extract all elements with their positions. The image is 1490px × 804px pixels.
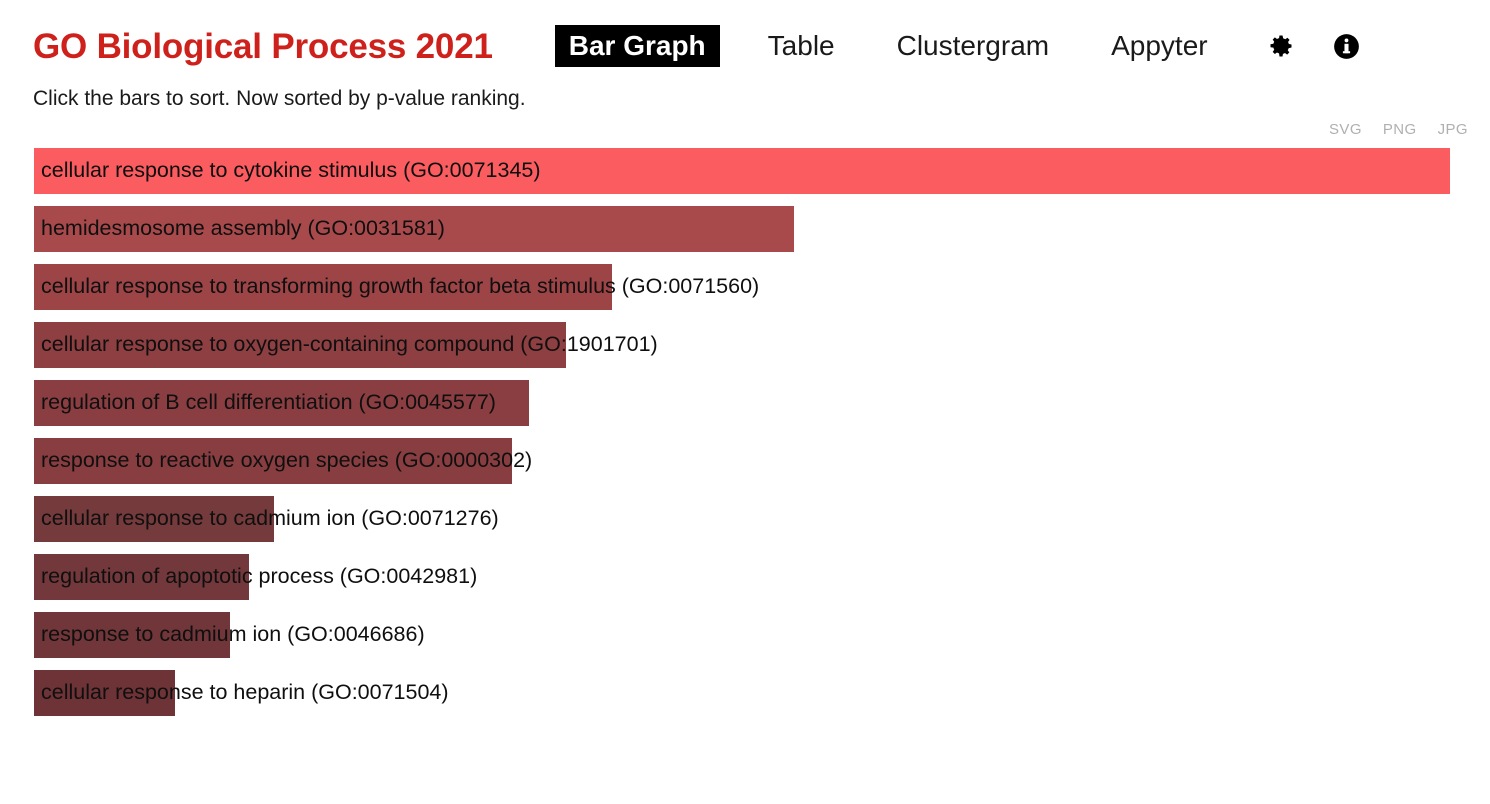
enrichr-results-page: GO Biological Process 2021 Bar Graph Tab… xyxy=(0,0,1490,804)
bar-rect[interactable] xyxy=(34,380,529,427)
gear-icon[interactable] xyxy=(1264,29,1298,63)
bar-row[interactable]: regulation of B cell differentiation (GO… xyxy=(34,380,1490,427)
tab-appyter[interactable]: Appyter xyxy=(1097,25,1222,67)
export-jpg-link[interactable]: JPG xyxy=(1438,121,1468,138)
page-title: GO Biological Process 2021 xyxy=(33,26,493,66)
tab-table[interactable]: Table xyxy=(754,25,849,67)
bar-row[interactable]: hemidesmosome assembly (GO:0031581) xyxy=(34,206,1490,253)
bar-rect[interactable] xyxy=(34,264,612,311)
bar-rect[interactable] xyxy=(34,612,230,659)
bar-rect[interactable] xyxy=(34,554,249,601)
bar-rect[interactable] xyxy=(34,322,566,369)
export-links: SVG PNG JPG xyxy=(0,121,1490,138)
bar-row[interactable]: response to reactive oxygen species (GO:… xyxy=(34,438,1490,485)
bar-row[interactable]: response to cadmium ion (GO:0046686) xyxy=(34,612,1490,659)
bar-row[interactable]: cellular response to transforming growth… xyxy=(34,264,1490,311)
tab-clustergram[interactable]: Clustergram xyxy=(883,25,1063,67)
tab-bar-graph[interactable]: Bar Graph xyxy=(554,24,720,68)
view-tabs: Bar Graph Table Clustergram Appyter xyxy=(554,24,1364,68)
info-icon[interactable] xyxy=(1330,29,1364,63)
bar-row[interactable]: cellular response to heparin (GO:0071504… xyxy=(34,670,1490,717)
bar-rect[interactable] xyxy=(34,206,794,253)
bar-row[interactable]: cellular response to cytokine stimulus (… xyxy=(34,148,1490,195)
sort-instruction-text: Click the bars to sort. Now sorted by p-… xyxy=(33,87,526,110)
bar-chart: cellular response to cytokine stimulus (… xyxy=(0,148,1490,768)
bar-rect[interactable] xyxy=(34,438,512,485)
bar-row[interactable]: regulation of apoptotic process (GO:0042… xyxy=(34,554,1490,601)
page-header: GO Biological Process 2021 Bar Graph Tab… xyxy=(0,0,1490,72)
export-svg-link[interactable]: SVG xyxy=(1329,121,1362,138)
bar-rect[interactable] xyxy=(34,670,175,717)
bar-row[interactable]: cellular response to cadmium ion (GO:007… xyxy=(34,496,1490,543)
bar-rect[interactable] xyxy=(34,496,274,543)
export-png-link[interactable]: PNG xyxy=(1383,121,1417,138)
bar-row[interactable]: cellular response to oxygen-containing c… xyxy=(34,322,1490,369)
bar-rect[interactable] xyxy=(34,148,1450,195)
